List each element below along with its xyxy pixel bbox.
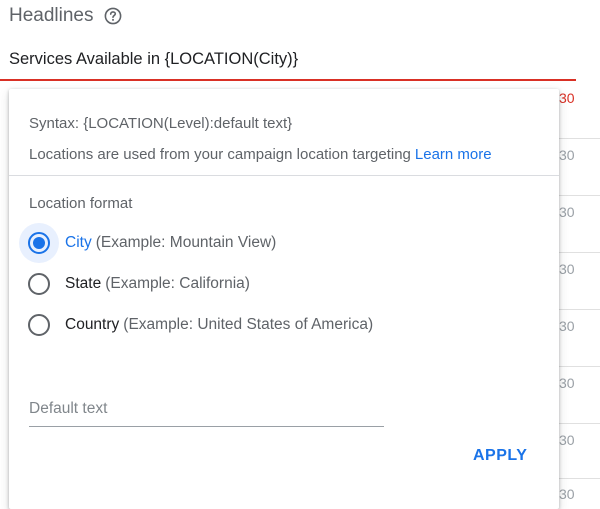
char-counter: 30 [559, 204, 575, 220]
radio-circle [28, 273, 50, 295]
divider [9, 175, 559, 176]
row-divider [558, 423, 600, 424]
radio-example: (Example: Mountain View) [95, 234, 277, 251]
headlines-title: Headlines [9, 5, 94, 26]
char-counter: 30 [559, 147, 575, 163]
headlines-header: Headlines [9, 5, 122, 27]
row-divider [558, 366, 600, 367]
radio-button-selected[interactable] [19, 223, 59, 263]
apply-button[interactable]: APPLY [461, 439, 539, 473]
help-circle-icon[interactable] [104, 7, 122, 25]
char-counter: 30 [559, 432, 575, 448]
radio-name: Country [65, 316, 120, 333]
row-divider [558, 252, 600, 253]
location-info-text: Locations are used from your campaign lo… [29, 146, 411, 163]
radio-name: State [65, 275, 102, 292]
char-counter: 30 [559, 261, 575, 277]
radio-circle [28, 314, 50, 336]
learn-more-link[interactable]: Learn more [415, 146, 492, 163]
location-info: Locations are used from your campaign lo… [29, 146, 492, 163]
radio-example: (Example: United States of America) [123, 316, 374, 333]
radio-option-state[interactable]: State (Example: California) [19, 264, 250, 304]
radio-dot [33, 237, 45, 249]
row-divider [558, 478, 600, 479]
char-counter: 30 [559, 486, 575, 502]
char-counter: 30 [559, 90, 575, 106]
radio-label: State (Example: California) [65, 275, 250, 293]
headline-error-underline [0, 79, 576, 81]
radio-button[interactable] [19, 305, 59, 345]
syntax-text: Syntax: {LOCATION(Level):default text} [29, 115, 293, 132]
default-text-input[interactable] [29, 389, 384, 427]
radio-circle [28, 232, 50, 254]
radio-label: Country (Example: United States of Americ… [65, 316, 373, 334]
headline-field[interactable]: Services Available in {LOCATION(City)} [9, 50, 298, 69]
row-divider [558, 309, 600, 310]
radio-name: City [65, 234, 92, 251]
location-popover: Syntax: {LOCATION(Level):default text} L… [9, 89, 559, 509]
row-divider [558, 138, 600, 139]
radio-option-city[interactable]: City (Example: Mountain View) [19, 223, 276, 263]
char-counter: 30 [559, 375, 575, 391]
location-format-label: Location format [29, 195, 133, 212]
char-counter: 30 [559, 318, 575, 334]
radio-button[interactable] [19, 264, 59, 304]
radio-example: (Example: California) [105, 275, 250, 292]
row-divider [558, 195, 600, 196]
radio-label: City (Example: Mountain View) [65, 234, 276, 252]
radio-option-country[interactable]: Country (Example: United States of Americ… [19, 305, 373, 345]
